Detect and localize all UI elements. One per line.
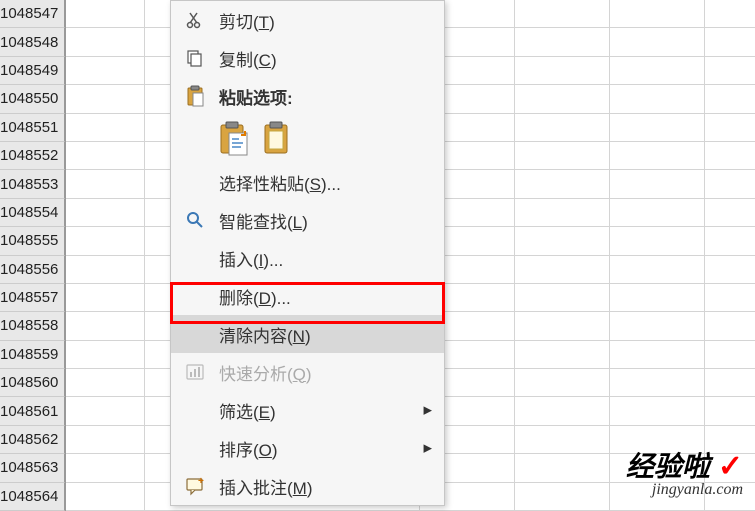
comment-icon: + bbox=[181, 472, 209, 500]
menu-label: 排序(O) bbox=[219, 436, 278, 461]
row-header[interactable]: 1048551 bbox=[0, 114, 65, 142]
row-header[interactable]: 1048554 bbox=[0, 199, 65, 227]
row-header[interactable]: 1048564 bbox=[0, 483, 65, 511]
svg-text:+: + bbox=[198, 476, 204, 487]
watermark-text: 经验啦 bbox=[626, 452, 710, 483]
row-header[interactable]: 1048558 bbox=[0, 312, 65, 340]
row-header[interactable]: 1048550 bbox=[0, 85, 65, 113]
cut-icon bbox=[181, 6, 209, 34]
menu-label: 筛选(E) bbox=[219, 398, 276, 423]
row-header[interactable]: 1048560 bbox=[0, 369, 65, 397]
menu-paste-options: 粘贴选项: bbox=[171, 77, 444, 115]
menu-cut[interactable]: 剪切(T) bbox=[171, 1, 444, 39]
menu-label: 清除内容(N) bbox=[219, 322, 311, 347]
row-header[interactable]: 1048552 bbox=[0, 142, 65, 170]
paste-icon bbox=[181, 82, 209, 110]
search-icon bbox=[181, 206, 209, 234]
menu-insert[interactable]: 插入(I)... bbox=[171, 239, 444, 277]
menu-sort[interactable]: 排序(O) ▸ bbox=[171, 429, 444, 467]
analysis-icon bbox=[181, 358, 209, 386]
menu-label: 插入(I)... bbox=[219, 246, 283, 271]
menu-paste-special[interactable]: 选择性粘贴(S)... bbox=[171, 163, 444, 201]
menu-label: 快速分析(Q) bbox=[219, 360, 312, 385]
menu-label: 粘贴选项: bbox=[219, 84, 293, 109]
row-header[interactable]: 1048559 bbox=[0, 341, 65, 369]
row-header[interactable]: 1048549 bbox=[0, 57, 65, 85]
row-header[interactable]: 1048556 bbox=[0, 256, 65, 284]
row-header[interactable]: 1048562 bbox=[0, 426, 65, 454]
copy-icon bbox=[181, 44, 209, 72]
menu-copy[interactable]: 复制(C) bbox=[171, 39, 444, 77]
context-menu: 剪切(T) 复制(C) 粘贴选项: 选择性粘贴(S)... 智能查找(L) 插入… bbox=[170, 0, 445, 506]
menu-label: 删除(D)... bbox=[219, 284, 291, 309]
menu-filter[interactable]: 筛选(E) ▸ bbox=[171, 391, 444, 429]
menu-label: 插入批注(M) bbox=[219, 474, 313, 499]
row-header[interactable]: 1048563 bbox=[0, 454, 65, 482]
chevron-right-icon: ▸ bbox=[423, 400, 432, 420]
row-header-column: 1048547 1048548 1048549 1048550 1048551 … bbox=[0, 0, 66, 511]
menu-label: 剪切(T) bbox=[219, 8, 275, 33]
clipboard-plain-icon[interactable] bbox=[261, 121, 291, 157]
paste-options-row bbox=[171, 115, 444, 163]
menu-label: 复制(C) bbox=[219, 46, 277, 71]
menu-smart-lookup[interactable]: 智能查找(L) bbox=[171, 201, 444, 239]
row-header[interactable]: 1048555 bbox=[0, 227, 65, 255]
menu-label: 选择性粘贴(S)... bbox=[219, 170, 341, 195]
row-header[interactable]: 1048557 bbox=[0, 284, 65, 312]
menu-insert-comment[interactable]: + 插入批注(M) bbox=[171, 467, 444, 505]
menu-quick-analysis: 快速分析(Q) bbox=[171, 353, 444, 391]
checkmark-icon: ✓ bbox=[718, 450, 743, 483]
row-header[interactable]: 1048547 bbox=[0, 0, 65, 28]
chevron-right-icon: ▸ bbox=[423, 438, 432, 458]
watermark: 经验啦 ✓ jingyanla.com bbox=[626, 445, 743, 499]
menu-delete[interactable]: 删除(D)... bbox=[171, 277, 444, 315]
row-header[interactable]: 1048553 bbox=[0, 170, 65, 198]
row-header[interactable]: 1048561 bbox=[0, 397, 65, 425]
menu-clear-contents[interactable]: 清除内容(N) bbox=[171, 315, 444, 353]
row-header[interactable]: 1048548 bbox=[0, 28, 65, 56]
menu-label: 智能查找(L) bbox=[219, 208, 308, 233]
clipboard-paste-icon[interactable] bbox=[219, 121, 249, 157]
